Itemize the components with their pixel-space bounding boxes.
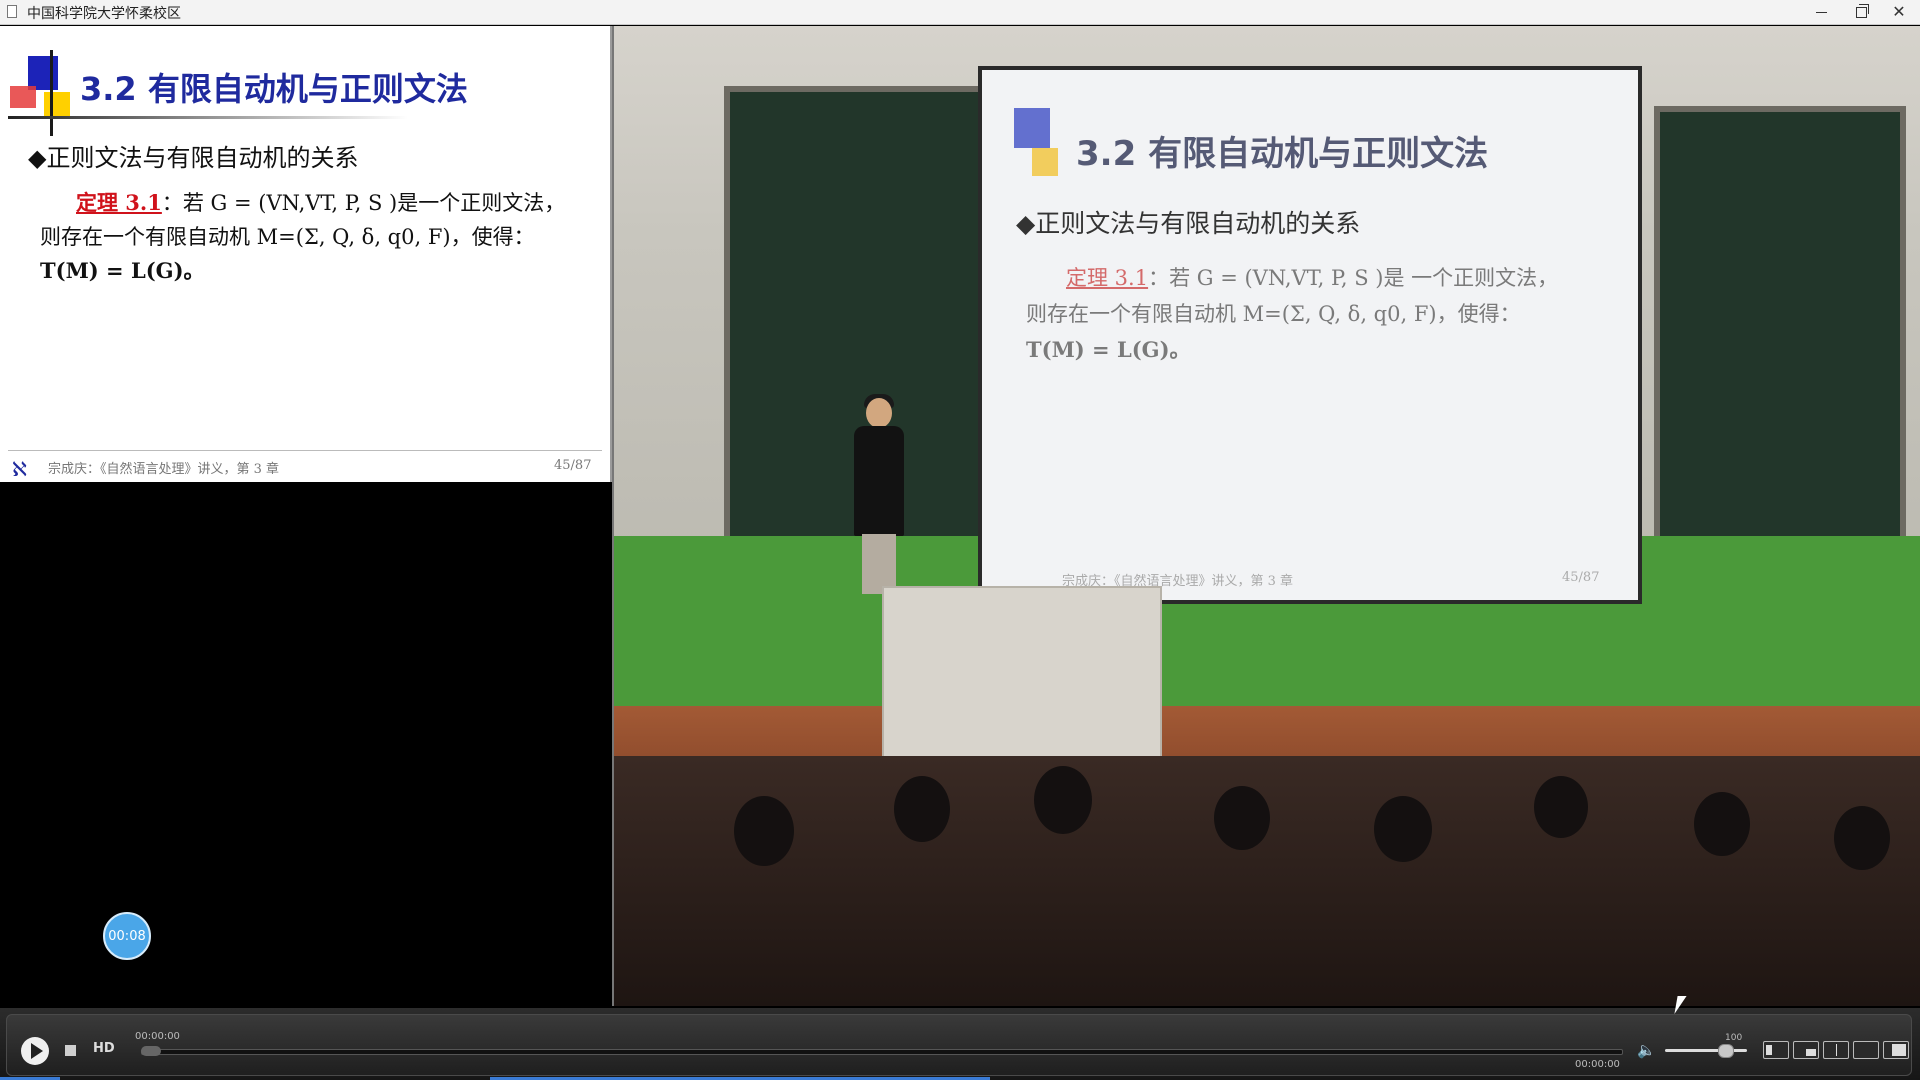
body-line-3: T(M) = L(G)。 (40, 258, 205, 283)
video-theorem-label: 定理 3.1 (1066, 266, 1149, 290)
total-time: 00:00:00 (1575, 1059, 1620, 1070)
slide-body: 定理 3.1：若 G = (VN,VT, P, S )是一个正则文法， 则存在一… (40, 186, 600, 288)
audience-head (734, 796, 794, 866)
video-slide-logo-blue (1014, 108, 1050, 148)
video-slide-bullet: ◆正则文法与有限自动机的关系 (1016, 209, 1361, 238)
minimize-icon (1815, 11, 1827, 13)
video-slide-page: 45/87 (1562, 570, 1600, 585)
window-titlebar: 中国科学院大学怀柔校区 ✕ (0, 0, 1920, 25)
slide-footer-divider (8, 450, 602, 451)
audience-head (1214, 786, 1270, 850)
stop-icon[interactable] (59, 1039, 81, 1061)
audience-head (1834, 806, 1890, 870)
slide-logo-yellow (44, 92, 70, 118)
body-line-2: 则存在一个有限自动机 M=(Σ, Q, δ, q0, F)，使得： (40, 225, 535, 249)
minimize-button[interactable] (1802, 0, 1840, 24)
video-blackboard-right (1654, 106, 1906, 548)
video-body-line-2: 则存在一个有限自动机 M=(Σ, Q, δ, q0, F)，使得： (1026, 302, 1521, 326)
video-projection-screen: 3.2 有限自动机与正则文法 ◆正则文法与有限自动机的关系 定理 3.1：若 G… (982, 70, 1638, 600)
lecturer-body (854, 426, 904, 536)
body-line-1: ：若 G = (VN,VT, P, S )是一个正则文法， (161, 191, 566, 215)
audience-head (1034, 766, 1092, 834)
slide-logo-blue (28, 56, 58, 90)
layout-full-icon[interactable] (1883, 1041, 1909, 1059)
slide-logo-red (10, 86, 36, 108)
play-icon[interactable] (21, 1037, 49, 1065)
volume-slider[interactable] (1665, 1049, 1747, 1052)
volume-max-label: 100 (1725, 1033, 1743, 1043)
lecturer-head (866, 398, 892, 428)
slide-page-number: 45/87 (554, 458, 592, 473)
audience-head (894, 776, 950, 842)
slide-title-underline (8, 116, 408, 119)
player-controls-panel: HD 00:00:00 00:00:00 🔈 100 (6, 1014, 1912, 1076)
speaker-icon[interactable]: 🔈 (1637, 1041, 1657, 1059)
slide-title: 3.2 有限自动机与正则文法 (80, 70, 468, 108)
video-audience (614, 756, 1920, 1006)
layout-side-icon[interactable] (1793, 1041, 1819, 1059)
volume-knob[interactable] (1717, 1044, 1734, 1058)
audience-head (1534, 776, 1588, 838)
video-body-line-3: T(M) = L(G)。 (1026, 337, 1191, 362)
video-slide-body: 定理 3.1：若 G = (VN,VT, P, S )是 一个正则文法， 则存在… (1026, 260, 1616, 368)
slide-footer-text: 宗成庆：《自然语言处理》讲义，第 3 章 (48, 462, 280, 477)
slide-panel: 3.2 有限自动机与正则文法 ◆正则文法与有限自动机的关系 定理 3.1：若 G… (0, 26, 612, 482)
close-button[interactable]: ✕ (1880, 0, 1918, 24)
restore-button[interactable] (1842, 0, 1880, 24)
institution-logo-icon: ℵ (12, 457, 27, 481)
video-body-line-1: ：若 G = (VN,VT, P, S )是 一个正则文法， (1148, 266, 1559, 290)
video-slide-logo-yellow (1032, 148, 1058, 176)
layout-pip-icon[interactable] (1763, 1041, 1789, 1059)
hd-toggle-button[interactable]: HD (93, 1041, 115, 1056)
theorem-label: 定理 3.1 (76, 190, 162, 215)
lecturer-legs (862, 534, 896, 594)
lecturer-figure (850, 394, 906, 594)
window-title: 中国科学院大学怀柔校区 (27, 6, 181, 22)
audience-head (1374, 796, 1432, 862)
elapsed-time: 00:00:00 (135, 1031, 180, 1042)
seek-knob[interactable] (141, 1046, 161, 1056)
video-slide-title: 3.2 有限自动机与正则文法 (1076, 134, 1489, 174)
seek-bar[interactable] (141, 1049, 1623, 1055)
layout-single-icon[interactable] (1853, 1041, 1879, 1059)
video-panel[interactable]: 3.2 有限自动机与正则文法 ◆正则文法与有限自动机的关系 定理 3.1：若 G… (612, 26, 1920, 1006)
player-controlbar: HD 00:00:00 00:00:00 🔈 100 (0, 1008, 1920, 1080)
close-icon: ✕ (1892, 2, 1906, 21)
slide-logo-vline (50, 50, 53, 136)
timer-badge[interactable]: 00:08 (103, 912, 151, 960)
restore-icon (1855, 3, 1869, 18)
audience-head (1694, 792, 1750, 856)
document-icon (7, 5, 17, 18)
layout-split-icon[interactable] (1823, 1041, 1849, 1059)
slide-bullet: ◆正则文法与有限自动机的关系 (28, 144, 359, 172)
